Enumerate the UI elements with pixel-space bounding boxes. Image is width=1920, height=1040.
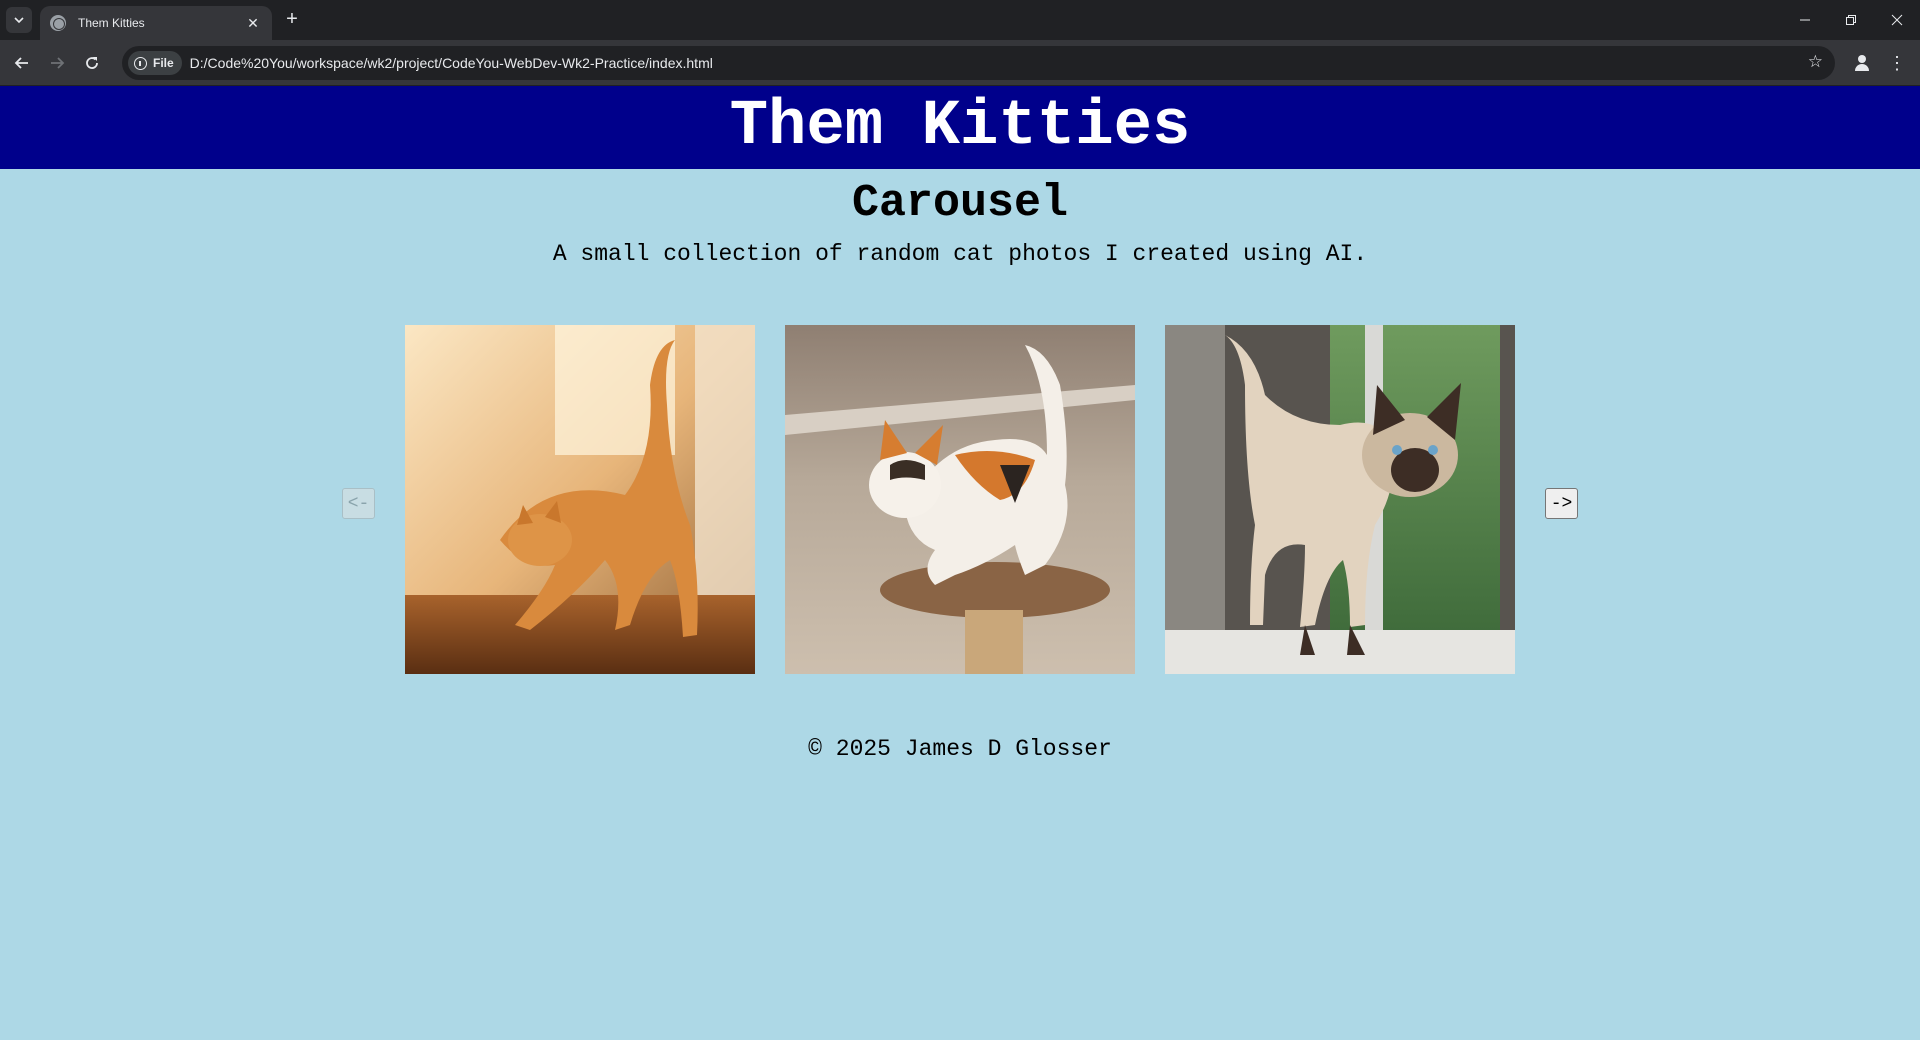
cat-photo-orange-tabby [405,325,755,674]
forward-arrow-icon[interactable] [43,49,71,77]
profile-icon[interactable] [1849,50,1875,76]
copyright-text: © 2025 James D Glosser [808,736,1112,762]
star-icon[interactable]: ☆ [1808,52,1823,72]
carousel-heading: Carousel [851,178,1069,229]
minimize-icon[interactable] [1782,0,1828,40]
browser-tab[interactable]: Them Kitties ✕ [40,6,272,40]
next-button[interactable]: -> [1545,488,1578,519]
globe-icon [50,15,66,31]
plus-icon[interactable]: + [280,8,304,32]
tab-title: Them Kitties [78,16,145,30]
site-chip-label: File [153,56,174,70]
menu-dots-icon[interactable]: ⋮ [1884,50,1910,76]
info-icon [134,56,147,70]
close-icon[interactable]: ✕ [244,15,262,32]
site-info-chip[interactable]: File [128,51,182,75]
carousel-description: A small collection of random cat photos … [552,241,1368,267]
browser-toolbar: File D:/Code%20You/workspace/wk2/project… [0,40,1920,86]
site-footer: © 2025 James D Glosser [0,736,1920,762]
back-arrow-icon[interactable] [8,49,36,77]
restore-icon[interactable] [1828,0,1874,40]
cat-photo-siamese [1165,325,1515,674]
address-bar[interactable]: File D:/Code%20You/workspace/wk2/project… [122,46,1835,80]
prev-button[interactable]: <- [342,488,375,519]
url-text[interactable]: D:/Code%20You/workspace/wk2/project/Code… [190,55,713,71]
reload-icon[interactable] [78,49,106,77]
browser-tab-strip: Them Kitties ✕ + [0,0,1920,40]
close-window-icon[interactable] [1874,0,1920,40]
tab-search-icon[interactable] [6,7,32,33]
site-header: Them Kitties [0,86,1920,169]
cat-photo-calico-kitten [785,325,1135,674]
site-title: Them Kitties [729,91,1191,163]
